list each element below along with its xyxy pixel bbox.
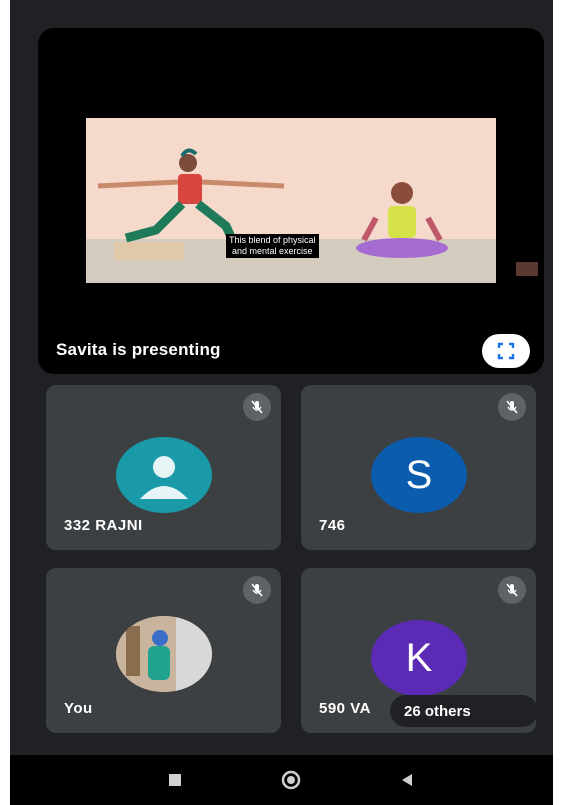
self-preview-thumbnail	[516, 262, 538, 276]
presenting-label: Savita is presenting	[56, 340, 221, 359]
circle-icon	[281, 770, 301, 790]
home-button[interactable]	[278, 767, 304, 793]
person-icon	[140, 456, 188, 499]
avatar	[116, 437, 212, 513]
mic-off-icon	[498, 393, 526, 421]
participant-name: 590 VA	[319, 700, 371, 717]
participant-name: You	[64, 700, 93, 717]
fullscreen-icon	[497, 342, 515, 360]
avatar: S	[371, 437, 467, 513]
participant-tile[interactable]: S 746	[301, 385, 536, 550]
back-button[interactable]	[394, 767, 420, 793]
profile-photo	[116, 616, 212, 692]
fullscreen-button[interactable]	[482, 334, 530, 368]
triangle-back-icon	[402, 774, 412, 786]
shared-video: This blend of physical and mental exerci…	[86, 118, 496, 283]
mic-off-icon	[498, 576, 526, 604]
mic-off-icon	[243, 576, 271, 604]
avatar: K	[371, 620, 467, 696]
presentation-panel[interactable]: This blend of physical and mental exerci…	[38, 28, 544, 374]
square-icon	[169, 774, 181, 786]
system-nav-bar	[10, 755, 553, 805]
avatar-letter: K	[405, 635, 433, 680]
mic-off-icon	[243, 393, 271, 421]
yoga-illustration	[86, 148, 496, 283]
meeting-screen: This blend of physical and mental exerci…	[10, 0, 553, 805]
participant-name: 746	[319, 517, 346, 534]
participant-tile[interactable]: 332 RAJNI	[46, 385, 281, 550]
avatar-photo	[116, 616, 212, 692]
participant-tile-self[interactable]: You	[46, 568, 281, 733]
live-caption: This blend of physical and mental exerci…	[226, 234, 319, 258]
others-chip[interactable]: 26 others	[390, 695, 538, 727]
avatar-letter: S	[405, 452, 433, 497]
recents-button[interactable]	[162, 767, 188, 793]
participant-name: 332 RAJNI	[64, 517, 143, 534]
